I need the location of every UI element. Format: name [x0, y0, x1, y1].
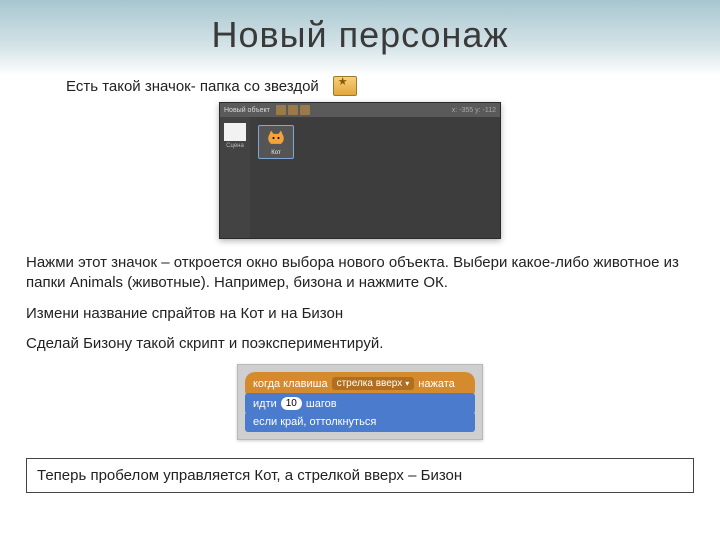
footer-note: Теперь пробелом управляется Кот, а стрел…: [26, 458, 694, 493]
intro-row: Есть такой значок- папка со звездой: [66, 76, 694, 96]
bounce-block: если край, оттолкнуться: [245, 412, 475, 432]
stage-column: Сцена: [220, 117, 250, 238]
panel-header: Новый объект x: -355 y: -112: [220, 103, 500, 117]
cat-icon: [259, 126, 293, 150]
sprite-label: Кот: [259, 150, 293, 156]
star-folder-icon: [288, 105, 298, 115]
paragraph-1: Нажми этот значок – откроется окно выбор…: [26, 253, 694, 294]
paragraph-2: Измени название спрайтов на Кот и на Биз…: [26, 304, 694, 324]
slide-header: Новый персонаж: [0, 0, 720, 76]
hat-block: когда клавиша стрелка вверх нажата: [245, 372, 475, 395]
panel-header-label: Новый объект: [224, 107, 270, 114]
panel-coords: x: -355 y: -112: [452, 107, 496, 114]
scratch-sprite-panel: Новый объект x: -355 y: -112 Сцена Кот: [219, 102, 501, 239]
stage-thumbnail: [224, 123, 246, 141]
script-preview: когда клавиша стрелка вверх нажата идти …: [237, 364, 483, 440]
sprite-thumbnail: Кот: [258, 125, 294, 159]
move-steps-input: 10: [281, 397, 302, 410]
paint-sprite-icon: [276, 105, 286, 115]
key-dropdown: стрелка вверх: [332, 377, 415, 390]
move-block: идти 10 шагов: [245, 393, 475, 414]
intro-text: Есть такой значок- папка со звездой: [66, 78, 319, 95]
stage-label: Сцена: [220, 143, 250, 149]
star-folder-icon: [333, 76, 357, 96]
hat-text-post: нажата: [418, 378, 454, 390]
hat-text-pre: когда клавиша: [253, 378, 328, 390]
move-text-pre: идти: [253, 398, 277, 410]
paragraph-3: Сделай Бизону такой скрипт и поэкспериме…: [26, 334, 694, 354]
move-text-post: шагов: [306, 398, 337, 410]
slide-content: Есть такой значок- папка со звездой Новы…: [0, 76, 720, 493]
surprise-sprite-icon: [300, 105, 310, 115]
panel-header-icons: [276, 105, 310, 115]
slide-title: Новый персонаж: [0, 14, 720, 56]
